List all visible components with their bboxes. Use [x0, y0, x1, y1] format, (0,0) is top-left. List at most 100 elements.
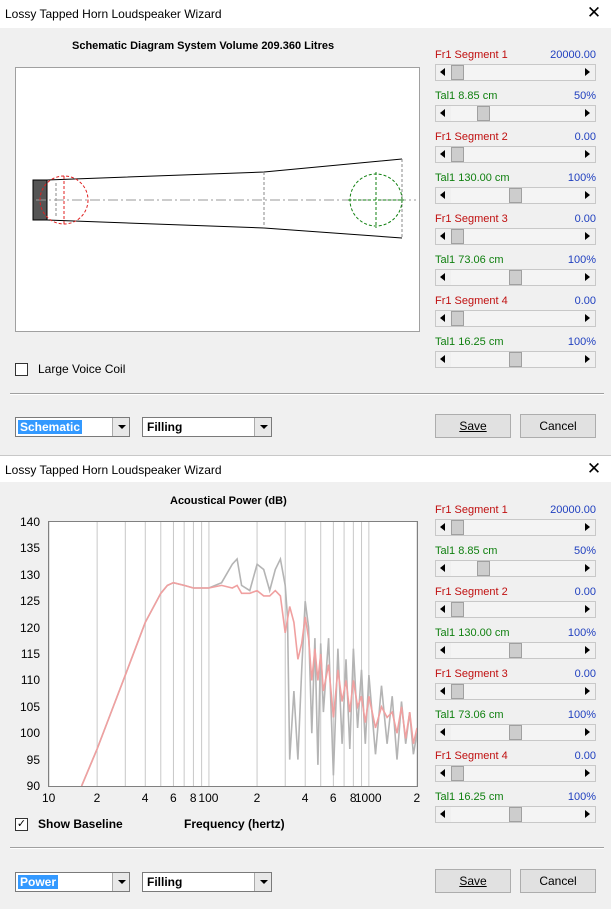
- y-tick-label: 90: [26, 779, 40, 793]
- scroll-thumb[interactable]: [451, 229, 464, 244]
- param-name: Fr1 Segment 3: [435, 668, 508, 680]
- param-scrollbar[interactable]: [435, 228, 596, 245]
- chevron-down-icon[interactable]: [254, 873, 271, 891]
- scroll-right-icon[interactable]: [580, 352, 595, 367]
- chevron-down-icon[interactable]: [112, 873, 129, 891]
- scroll-thumb[interactable]: [509, 188, 522, 203]
- scroll-left-icon[interactable]: [436, 311, 451, 326]
- scroll-right-icon[interactable]: [580, 229, 595, 244]
- scroll-right-icon[interactable]: [580, 147, 595, 162]
- param-scrollbar[interactable]: [435, 105, 596, 122]
- scroll-thumb[interactable]: [451, 766, 464, 781]
- view-select[interactable]: Power: [15, 872, 130, 892]
- scroll-thumb[interactable]: [451, 311, 464, 326]
- y-tick-label: 135: [19, 541, 40, 556]
- scroll-thumb[interactable]: [451, 602, 464, 617]
- param-scrollbar[interactable]: [435, 765, 596, 782]
- scroll-right-icon[interactable]: [580, 643, 595, 658]
- param-scrollbar[interactable]: [435, 351, 596, 368]
- param-scrollbar[interactable]: [435, 64, 596, 81]
- save-button[interactable]: Save: [435, 869, 511, 893]
- param-scrollbar[interactable]: [435, 642, 596, 659]
- scroll-left-icon[interactable]: [436, 520, 451, 535]
- scroll-thumb[interactable]: [476, 106, 490, 121]
- wizard-window-schematic: Lossy Tapped Horn Loudspeaker Wizard ✕ S…: [0, 0, 611, 455]
- x-tick-label: 2: [413, 791, 421, 805]
- param-scrollbar[interactable]: [435, 310, 596, 327]
- param-name: Fr1 Segment 2: [435, 131, 508, 143]
- param-scrollbar[interactable]: [435, 806, 596, 823]
- view-select[interactable]: Schematic: [15, 417, 130, 437]
- window-title: Lossy Tapped Horn Loudspeaker Wizard: [5, 7, 222, 21]
- scroll-left-icon[interactable]: [436, 561, 451, 576]
- cancel-button[interactable]: Cancel: [520, 869, 596, 893]
- scroll-thumb[interactable]: [509, 725, 522, 740]
- scroll-left-icon[interactable]: [436, 725, 451, 740]
- filling-select[interactable]: Filling: [142, 872, 272, 892]
- param-name: Fr1 Segment 4: [435, 295, 508, 307]
- scroll-thumb[interactable]: [509, 643, 522, 658]
- scroll-left-icon[interactable]: [436, 65, 451, 80]
- scroll-left-icon[interactable]: [436, 147, 451, 162]
- scroll-right-icon[interactable]: [580, 311, 595, 326]
- scroll-right-icon[interactable]: [580, 602, 595, 617]
- chevron-down-icon[interactable]: [112, 418, 129, 436]
- scroll-right-icon[interactable]: [580, 188, 595, 203]
- save-button[interactable]: Save: [435, 414, 511, 438]
- scroll-thumb[interactable]: [451, 65, 464, 80]
- scroll-right-icon[interactable]: [580, 766, 595, 781]
- chart-title: Acoustical Power (dB): [170, 495, 287, 507]
- param-scrollbar[interactable]: [435, 187, 596, 204]
- param-scrollbar[interactable]: [435, 519, 596, 536]
- cancel-button-label: Cancel: [539, 419, 577, 433]
- scroll-left-icon[interactable]: [436, 352, 451, 367]
- scroll-thumb[interactable]: [509, 270, 522, 285]
- scroll-left-icon[interactable]: [436, 270, 451, 285]
- scroll-right-icon[interactable]: [580, 725, 595, 740]
- y-tick-label: 120: [19, 620, 40, 635]
- param-name: Tal1 73.06 cm: [435, 254, 504, 266]
- scroll-right-icon[interactable]: [580, 270, 595, 285]
- scroll-right-icon[interactable]: [580, 561, 595, 576]
- scroll-right-icon[interactable]: [580, 520, 595, 535]
- scroll-left-icon[interactable]: [436, 684, 451, 699]
- scroll-right-icon[interactable]: [580, 684, 595, 699]
- scroll-thumb[interactable]: [451, 520, 464, 535]
- param-scrollbar[interactable]: [435, 560, 596, 577]
- cancel-button[interactable]: Cancel: [520, 414, 596, 438]
- param-value: 20000.00: [550, 49, 596, 61]
- filling-select[interactable]: Filling: [142, 417, 272, 437]
- scroll-left-icon[interactable]: [436, 766, 451, 781]
- scroll-right-icon[interactable]: [580, 807, 595, 822]
- scroll-thumb[interactable]: [476, 561, 490, 576]
- scroll-left-icon[interactable]: [436, 106, 451, 121]
- chevron-down-icon[interactable]: [254, 418, 271, 436]
- close-icon[interactable]: ✕: [583, 458, 605, 480]
- scroll-left-icon[interactable]: [436, 229, 451, 244]
- param-scrollbar[interactable]: [435, 601, 596, 618]
- scroll-left-icon[interactable]: [436, 807, 451, 822]
- scroll-thumb[interactable]: [451, 684, 464, 699]
- show-baseline-checkbox[interactable]: ✓: [15, 818, 28, 831]
- param-name: Fr1 Segment 2: [435, 586, 508, 598]
- param-label: Fr1 Segment 2 0.00: [435, 586, 596, 600]
- scroll-left-icon[interactable]: [436, 188, 451, 203]
- y-tick-label: 105: [19, 699, 40, 714]
- horn-upper-wall: [46, 158, 403, 181]
- param-scrollbar[interactable]: [435, 269, 596, 286]
- save-button-label: Save: [459, 874, 487, 888]
- scroll-right-icon[interactable]: [580, 65, 595, 80]
- scroll-right-icon[interactable]: [580, 106, 595, 121]
- scroll-thumb[interactable]: [451, 147, 464, 162]
- scroll-thumb[interactable]: [509, 352, 522, 367]
- param-scrollbar[interactable]: [435, 724, 596, 741]
- filling-select-value: Filling: [147, 875, 183, 889]
- param-scrollbar[interactable]: [435, 146, 596, 163]
- close-icon[interactable]: ✕: [583, 2, 605, 24]
- scroll-left-icon[interactable]: [436, 643, 451, 658]
- large-voice-coil-checkbox[interactable]: [15, 363, 28, 376]
- response-curve: [80, 581, 417, 786]
- scroll-left-icon[interactable]: [436, 602, 451, 617]
- scroll-thumb[interactable]: [509, 807, 522, 822]
- param-scrollbar[interactable]: [435, 683, 596, 700]
